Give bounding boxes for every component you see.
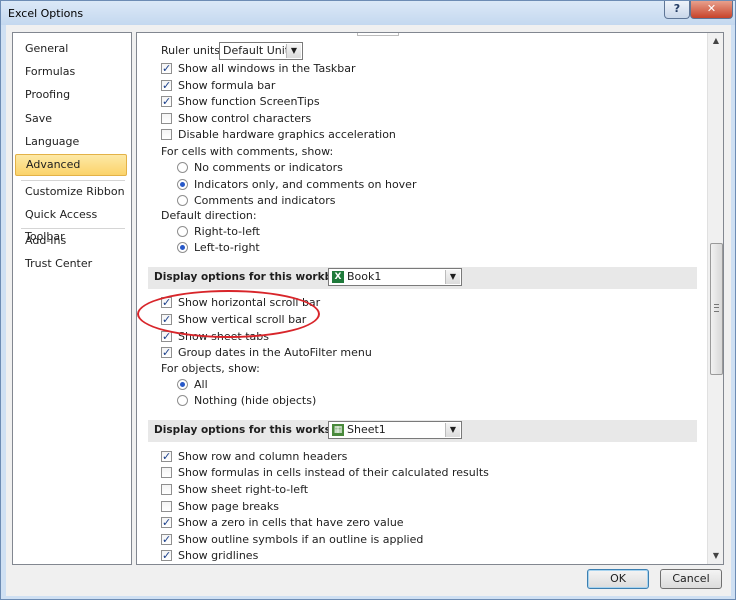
nav-item-quick-access-toolbar[interactable]: Quick Access Toolbar bbox=[15, 204, 127, 243]
scrollbar-thumb[interactable] bbox=[710, 243, 723, 375]
option-label: Show sheet right-to-left bbox=[178, 483, 309, 496]
option-label: Show vertical scroll bar bbox=[178, 313, 307, 326]
option-label: Show formula bar bbox=[178, 79, 276, 92]
radio[interactable] bbox=[177, 195, 188, 206]
nav-separator bbox=[21, 228, 125, 229]
checkbox[interactable] bbox=[161, 295, 172, 311]
radio[interactable] bbox=[177, 379, 188, 390]
option-label: Show row and column headers bbox=[178, 450, 348, 463]
nav-item-language[interactable]: Language bbox=[15, 131, 127, 153]
radio-label: Right-to-left bbox=[194, 225, 260, 238]
objects-group-label: For objects, show: bbox=[161, 362, 260, 375]
category-nav: General Formulas Proofing Save Language … bbox=[12, 32, 132, 565]
workbook-select[interactable]: X Book1 ▼ bbox=[328, 268, 462, 286]
nav-item-formulas[interactable]: Formulas bbox=[15, 61, 127, 83]
checkbox[interactable] bbox=[161, 329, 172, 345]
nav-item-save[interactable]: Save bbox=[15, 108, 127, 130]
chevron-down-icon[interactable]: ▼ bbox=[445, 423, 460, 437]
option-label: Show horizontal scroll bar bbox=[178, 296, 321, 309]
checkbox[interactable] bbox=[161, 61, 172, 77]
comments-group-label: For cells with comments, show: bbox=[161, 145, 334, 158]
checkbox[interactable] bbox=[161, 484, 172, 495]
cancel-button[interactable]: Cancel bbox=[660, 569, 722, 589]
radio-label: Indicators only, and comments on hover bbox=[194, 178, 417, 191]
vertical-scrollbar[interactable]: ▲ ▼ bbox=[707, 33, 723, 564]
worksheet-section-header: Display options for this worksheet: ▦ Sh… bbox=[148, 420, 697, 442]
ruler-units-value: Default Units bbox=[223, 44, 295, 57]
checkbox[interactable] bbox=[161, 501, 172, 512]
option-label: Show page breaks bbox=[178, 500, 280, 513]
nav-item-proofing[interactable]: Proofing bbox=[15, 84, 127, 106]
checkbox[interactable] bbox=[161, 113, 172, 124]
option-label: Group dates in the AutoFilter menu bbox=[178, 346, 372, 359]
grip-icon bbox=[714, 304, 719, 312]
excel-options-window: Excel Options ? ✕ General Formulas Proof… bbox=[0, 0, 736, 600]
radio-label: Nothing (hide objects) bbox=[194, 394, 317, 407]
checkbox[interactable] bbox=[161, 548, 172, 564]
option-label: Show control characters bbox=[178, 112, 312, 125]
scroll-down-arrow-icon[interactable]: ▼ bbox=[708, 548, 723, 564]
radio-label: Comments and indicators bbox=[194, 194, 336, 207]
workbook-section-header: Display options for this workbook: X Boo… bbox=[148, 267, 697, 289]
advanced-options-panel: Ruler units Default Units ▼ Show all win… bbox=[136, 32, 724, 565]
option-label: Show formulas in cells instead of their … bbox=[178, 466, 489, 479]
radio[interactable] bbox=[177, 179, 188, 190]
option-label: Show function ScreenTips bbox=[178, 95, 320, 108]
nav-item-trust-center[interactable]: Trust Center bbox=[15, 253, 127, 275]
option-label: Show sheet tabs bbox=[178, 330, 269, 343]
worksheet-value: Sheet1 bbox=[347, 423, 386, 436]
checkbox[interactable] bbox=[161, 94, 172, 110]
ruler-units-label: Ruler units bbox=[161, 44, 221, 57]
excel-workbook-icon: X bbox=[332, 271, 344, 283]
checkbox[interactable] bbox=[161, 532, 172, 548]
checkbox[interactable] bbox=[161, 345, 172, 361]
radio[interactable] bbox=[177, 242, 188, 253]
title-bar[interactable]: Excel Options ? ✕ bbox=[1, 1, 735, 25]
option-label: Show outline symbols if an outline is ap… bbox=[178, 533, 424, 546]
window-title: Excel Options bbox=[8, 7, 84, 20]
workbook-value: Book1 bbox=[347, 270, 382, 283]
option-label: Show gridlines bbox=[178, 549, 259, 562]
nav-item-advanced[interactable]: Advanced bbox=[15, 154, 127, 176]
option-label: Disable hardware graphics acceleration bbox=[178, 128, 396, 141]
sheet-icon: ▦ bbox=[332, 424, 344, 436]
checkbox[interactable] bbox=[161, 312, 172, 328]
ruler-units-select[interactable]: Default Units ▼ bbox=[219, 42, 303, 60]
close-button[interactable]: ✕ bbox=[690, 1, 733, 19]
radio[interactable] bbox=[177, 226, 188, 237]
checkbox[interactable] bbox=[161, 129, 172, 140]
checkbox[interactable] bbox=[161, 467, 172, 478]
chevron-down-icon[interactable]: ▼ bbox=[286, 44, 301, 58]
radio[interactable] bbox=[177, 395, 188, 406]
checkbox[interactable] bbox=[161, 515, 172, 531]
checkbox[interactable] bbox=[161, 78, 172, 94]
ok-button[interactable]: OK bbox=[587, 569, 649, 589]
direction-group-label: Default direction: bbox=[161, 209, 257, 222]
nav-item-general[interactable]: General bbox=[15, 38, 127, 60]
nav-item-add-ins[interactable]: Add-Ins bbox=[15, 230, 127, 252]
dialog-client: General Formulas Proofing Save Language … bbox=[6, 25, 731, 596]
radio[interactable] bbox=[177, 162, 188, 173]
radio-label: All bbox=[194, 378, 208, 391]
chevron-down-icon[interactable]: ▼ bbox=[445, 270, 460, 284]
scrolled-control-fragment bbox=[357, 33, 399, 36]
radio-label: No comments or indicators bbox=[194, 161, 343, 174]
checkbox[interactable] bbox=[161, 449, 172, 465]
nav-item-customize-ribbon[interactable]: Customize Ribbon bbox=[15, 181, 127, 203]
worksheet-select[interactable]: ▦ Sheet1 ▼ bbox=[328, 421, 462, 439]
radio-label: Left-to-right bbox=[194, 241, 260, 254]
scroll-up-arrow-icon[interactable]: ▲ bbox=[708, 33, 723, 49]
option-label: Show a zero in cells that have zero valu… bbox=[178, 516, 404, 529]
help-button[interactable]: ? bbox=[664, 1, 690, 19]
option-label: Show all windows in the Taskbar bbox=[178, 62, 356, 75]
